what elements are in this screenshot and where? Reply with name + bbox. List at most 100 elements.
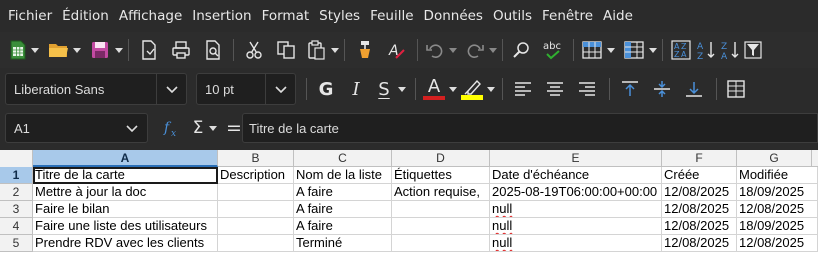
borders-button[interactable] [721,73,751,105]
column-header-c[interactable]: C [294,150,392,167]
sort-descending-button[interactable]: ZA [719,36,743,64]
row-header-2[interactable]: 2 [0,184,33,201]
menu-outils[interactable]: Outils [488,0,537,32]
cell-a1[interactable]: Titre de la carte [33,167,218,184]
column-header-f[interactable]: F [662,150,737,167]
copy-button[interactable] [270,36,302,64]
print-button[interactable] [165,36,197,64]
menu-fenetre[interactable]: Fenêtre [537,0,598,32]
align-top-button[interactable] [614,73,646,105]
column-header-g[interactable]: G [737,150,812,167]
column-dropdown[interactable] [648,36,658,64]
sort-ascending-button[interactable]: AZ [695,36,719,64]
cell-e1[interactable]: Date d'échéance [490,167,662,184]
cell-a2[interactable]: Mettre à jour la doc [33,184,218,201]
align-right-button[interactable] [571,73,603,105]
cell-f4[interactable]: 12/08/2025 [662,218,737,235]
menu-styles[interactable]: Styles [314,0,365,32]
cell-e3[interactable]: null [490,201,662,218]
find-replace-button[interactable] [507,36,537,64]
cell-b3[interactable] [218,201,294,218]
undo-dropdown[interactable] [448,36,458,64]
cell-e5[interactable]: null [490,235,662,252]
cell-b2[interactable] [218,184,294,201]
column-header-b[interactable]: B [218,150,294,167]
font-size-dropdown-arrow[interactable] [265,74,295,104]
new-spreadsheet-button[interactable] [6,36,30,64]
cell-d3[interactable] [392,201,490,218]
menu-aide[interactable]: Aide [598,0,638,32]
cell-e2[interactable]: 2025-08-19T06:00:00+00:00 [490,184,662,201]
cell-e4[interactable]: null [490,218,662,235]
paste-dropdown[interactable] [330,36,340,64]
font-color-dropdown[interactable] [448,75,458,103]
formula-input[interactable]: Titre de la carte [242,113,818,143]
cell-c5[interactable]: Terminé [294,235,392,252]
spelling-button[interactable]: abc [537,36,569,64]
cell-a4[interactable]: Faire une liste des utilisateurs [33,218,218,235]
underline-button[interactable]: S [371,73,397,105]
align-bottom-button[interactable] [678,73,710,105]
cell-g5[interactable]: 12/08/2025 [737,235,818,252]
name-box[interactable]: A1 [5,113,148,143]
clear-formatting-button[interactable]: A [381,36,413,64]
cell-c2[interactable]: A faire [294,184,392,201]
cell-g4[interactable]: 18/09/2025 [737,218,818,235]
cell-b4[interactable] [218,218,294,235]
save-dropdown[interactable] [114,36,124,64]
paste-button[interactable] [302,36,330,64]
cell-b5[interactable] [218,235,294,252]
cell-d5[interactable] [392,235,490,252]
open-dropdown[interactable] [72,36,82,64]
cell-b1[interactable]: Description [218,167,294,184]
column-button[interactable] [620,36,648,64]
cell-g3[interactable]: 12/08/2025 [737,201,818,218]
highlight-color-dropdown[interactable] [486,75,496,103]
underline-dropdown[interactable] [397,75,407,103]
save-button[interactable] [86,36,114,64]
menu-feuille[interactable]: Feuille [365,0,418,32]
menu-affichage[interactable]: Affichage [114,0,187,32]
column-header-a[interactable]: A [33,150,218,167]
cell-d2[interactable]: Action requise, [392,184,490,201]
menu-donnees[interactable]: Données [419,0,488,32]
menu-format[interactable]: Format [257,0,315,32]
menu-edition[interactable]: Édition [57,0,114,32]
highlight-color-button[interactable] [458,73,486,105]
redo-dropdown[interactable] [488,36,498,64]
sort-button[interactable]: AZZA [667,36,695,64]
column-header-h[interactable] [812,150,818,167]
function-wizard-button[interactable]: fx [162,113,182,143]
undo-button[interactable] [422,36,448,64]
cell-f1[interactable]: Créée [662,167,737,184]
cell-f5[interactable]: 12/08/2025 [662,235,737,252]
cell-c4[interactable]: A faire [294,218,392,235]
align-middle-button[interactable] [646,73,678,105]
row-button[interactable] [578,36,606,64]
sum-dropdown[interactable] [208,114,218,142]
name-box-dropdown-arrow[interactable] [117,114,147,142]
cut-button[interactable] [238,36,270,64]
spreadsheet-grid[interactable]: A B C D E F G 1 2 3 4 5 Titre de la cart… [0,150,818,255]
cell-d4[interactable] [392,218,490,235]
cell-a5[interactable]: Prendre RDV avec les clients [33,235,218,252]
select-all-corner[interactable] [0,150,33,167]
italic-button[interactable]: I [341,73,371,105]
new-dropdown[interactable] [30,36,40,64]
menu-insertion[interactable]: Insertion [187,0,256,32]
row-header-5[interactable]: 5 [0,235,33,252]
cell-f2[interactable]: 12/08/2025 [662,184,737,201]
font-color-button[interactable]: A [420,73,448,105]
print-preview-button[interactable] [197,36,229,64]
cell-d1[interactable]: Étiquettes [392,167,490,184]
row-header-1[interactable]: 1 [0,167,33,184]
font-name-dropdown-arrow[interactable] [156,74,186,104]
font-size-combo[interactable]: 10 pt [196,73,296,105]
menu-fichier[interactable]: Fichier [3,0,57,32]
row-header-3[interactable]: 3 [0,201,33,218]
cell-c3[interactable]: A faire [294,201,392,218]
cell-g2[interactable]: 18/09/2025 [737,184,818,201]
export-pdf-button[interactable] [133,36,165,64]
column-header-d[interactable]: D [392,150,490,167]
bold-button[interactable]: G [311,73,341,105]
